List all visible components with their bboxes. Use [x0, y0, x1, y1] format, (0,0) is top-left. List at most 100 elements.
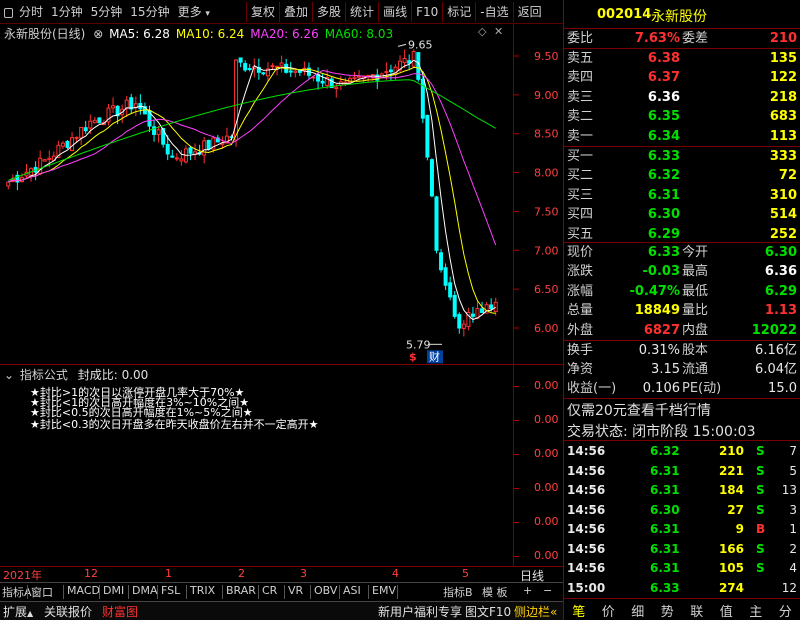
period-15min[interactable]: 15分钟	[126, 2, 173, 22]
bids-row[interactable]: 买二 6.32 72	[564, 166, 800, 185]
indicator-tab-cr[interactable]: CR	[262, 584, 277, 597]
price-tick-label: 7.00	[534, 244, 559, 257]
indicator-tick-mark	[514, 522, 519, 523]
quote-tab[interactable]: 联	[682, 601, 712, 620]
asks-row[interactable]: 卖五 6.38 135	[564, 49, 800, 68]
indicator-tabs: 指标A 窗口 MACD DMI DMA FSL TRIX BRAR CR VR OBV ASI EMV 指…	[0, 583, 563, 601]
tick-row[interactable]: 15:00 6.33 274 12	[564, 579, 800, 597]
indicator-tick-label: 0.00	[534, 447, 559, 460]
sidebar-toggle-button[interactable]: 侧边栏«	[514, 603, 557, 620]
price-tick-label: 6.00	[534, 322, 559, 335]
indicator-tab-trix[interactable]: TRIX	[190, 584, 215, 597]
expand-button[interactable]: 扩展▲	[3, 603, 33, 620]
chart-window-controls: ◇ ✕	[478, 25, 503, 38]
stat-row: 外盘 6827 内盘 12022	[564, 321, 800, 340]
remove-watchlist-button[interactable]: -自选	[476, 2, 512, 22]
tick-count: 12	[781, 580, 797, 595]
fundamental-row: 净资 3.15 流通 6.04亿	[564, 360, 800, 379]
bids-row[interactable]: 买一 6.33 333	[564, 147, 800, 166]
tick-time: 14:56	[567, 541, 606, 556]
indicator-tab-brar[interactable]: BRAR	[226, 584, 256, 597]
f10-button[interactable]: F10	[412, 2, 442, 22]
f10-graphic-button[interactable]: 图文F10	[465, 603, 511, 620]
asks-level-label: 卖一	[567, 128, 594, 144]
bids-row[interactable]: 买三 6.31 310	[564, 186, 800, 205]
quote-tab[interactable]: 细	[623, 601, 653, 620]
tick-row[interactable]: 14:56 6.30 27 S 3	[564, 501, 800, 519]
indicator-formula-label[interactable]: 指标公式	[20, 368, 68, 382]
mark-button[interactable]: 标记	[443, 2, 475, 22]
overlay-button[interactable]: 叠加	[280, 2, 312, 22]
lock-icon[interactable]	[4, 8, 13, 18]
asks-row[interactable]: 卖二 6.35 683	[564, 107, 800, 126]
quote-tab[interactable]: 主	[741, 601, 771, 620]
candle-body	[402, 58, 407, 63]
asks-volume: 218	[769, 89, 797, 105]
period-more[interactable]: 更多 ▾	[174, 2, 214, 22]
close-icon[interactable]: ✕	[494, 25, 503, 38]
candle-body	[279, 62, 284, 67]
chevron-down-icon[interactable]: ⌄	[4, 368, 14, 382]
indicator-tab-asi[interactable]: ASI	[343, 584, 361, 597]
candle-body	[188, 147, 193, 154]
period-intraday[interactable]: 分时	[15, 2, 47, 22]
tick-row[interactable]: 14:56 6.31 221 S 5	[564, 462, 800, 480]
back-button[interactable]: 返回	[514, 2, 546, 22]
quote-tab[interactable]: 价	[594, 601, 624, 620]
asks-row[interactable]: 卖一 6.34 113	[564, 127, 800, 146]
period-5min[interactable]: 5分钟	[87, 2, 127, 22]
indicator-tab-right[interactable]: −	[543, 584, 552, 597]
candle-body	[111, 105, 116, 109]
indicator-tab-right[interactable]: 模 板	[482, 584, 508, 600]
asks-row[interactable]: 卖三 6.36 218	[564, 88, 800, 107]
indicator-tab-vr[interactable]: VR	[288, 584, 303, 597]
candle-body	[429, 159, 434, 197]
tick-row[interactable]: 14:56 6.31 105 S 4	[564, 559, 800, 577]
fundamental-value: 0.106	[642, 381, 680, 396]
collapse-icon[interactable]: ⊗	[93, 27, 103, 41]
asks-row[interactable]: 卖四 6.37 122	[564, 68, 800, 87]
tick-price: 6.33	[650, 580, 680, 595]
bids-row[interactable]: 买五 6.29 252	[564, 225, 800, 244]
tick-row[interactable]: 14:56 6.32 210 S 7	[564, 442, 800, 460]
draw-line-button[interactable]: 画线	[379, 2, 411, 22]
tick-row[interactable]: 14:56 6.31 9 B 1	[564, 520, 800, 538]
indicator-tab-right[interactable]: +	[523, 584, 532, 597]
new-user-welfare-link[interactable]: 新用户福利专享	[378, 603, 462, 620]
indicator-tab-窗口[interactable]: 窗口	[31, 584, 53, 600]
quote-tab[interactable]: 值	[712, 601, 742, 620]
multi-stock-button[interactable]: 多股	[313, 2, 345, 22]
indicator-tick-mark	[514, 556, 519, 557]
indicator-tab-fsl[interactable]: FSL	[161, 584, 180, 597]
indicator-tab-dmi[interactable]: DMI	[103, 584, 124, 597]
indicator-tab-emv[interactable]: EMV	[372, 584, 396, 597]
tick-volume: 221	[718, 463, 744, 478]
divider	[222, 585, 223, 599]
quote-tab[interactable]: 势	[653, 601, 683, 620]
indicator-tab-dma[interactable]: DMA	[132, 584, 158, 597]
quote-tab[interactable]: 笔	[564, 601, 594, 620]
asks-volume: 113	[769, 128, 797, 144]
related-quote-button[interactable]: 关联报价	[44, 603, 92, 620]
promo-link[interactable]: 仅需20元查看千档行情	[567, 400, 711, 420]
wealth-chart-button[interactable]: 财富图	[102, 603, 138, 620]
stat-value: 1.13	[764, 303, 797, 319]
fundamental-label: 净资	[567, 362, 594, 377]
quote-tab[interactable]: 分	[771, 601, 800, 620]
statistics-button[interactable]: 统计	[346, 2, 378, 22]
candlestick-chart[interactable]: 9.509.008.508.007.507.006.506.009.655.79…	[0, 40, 563, 365]
bids-row[interactable]: 买四 6.30 514	[564, 205, 800, 224]
indicator-tab-obv[interactable]: OBV	[314, 584, 337, 597]
indicator-tab-right[interactable]: 指标B	[443, 584, 473, 600]
tick-row[interactable]: 14:56 6.31 166 S 2	[564, 540, 800, 558]
divider	[284, 585, 285, 599]
diamond-icon[interactable]: ◇	[478, 25, 486, 38]
period-1min[interactable]: 1分钟	[47, 2, 87, 22]
restore-rights-button[interactable]: 复权	[247, 2, 279, 22]
divider	[128, 585, 129, 599]
ma-label: MA20: 6.26	[250, 27, 319, 41]
candle-body	[83, 127, 88, 132]
indicator-tab-macd[interactable]: MACD	[67, 584, 100, 597]
indicator-tick-label: 0.00	[534, 481, 559, 494]
tick-row[interactable]: 14:56 6.31 184 S 13	[564, 481, 800, 499]
